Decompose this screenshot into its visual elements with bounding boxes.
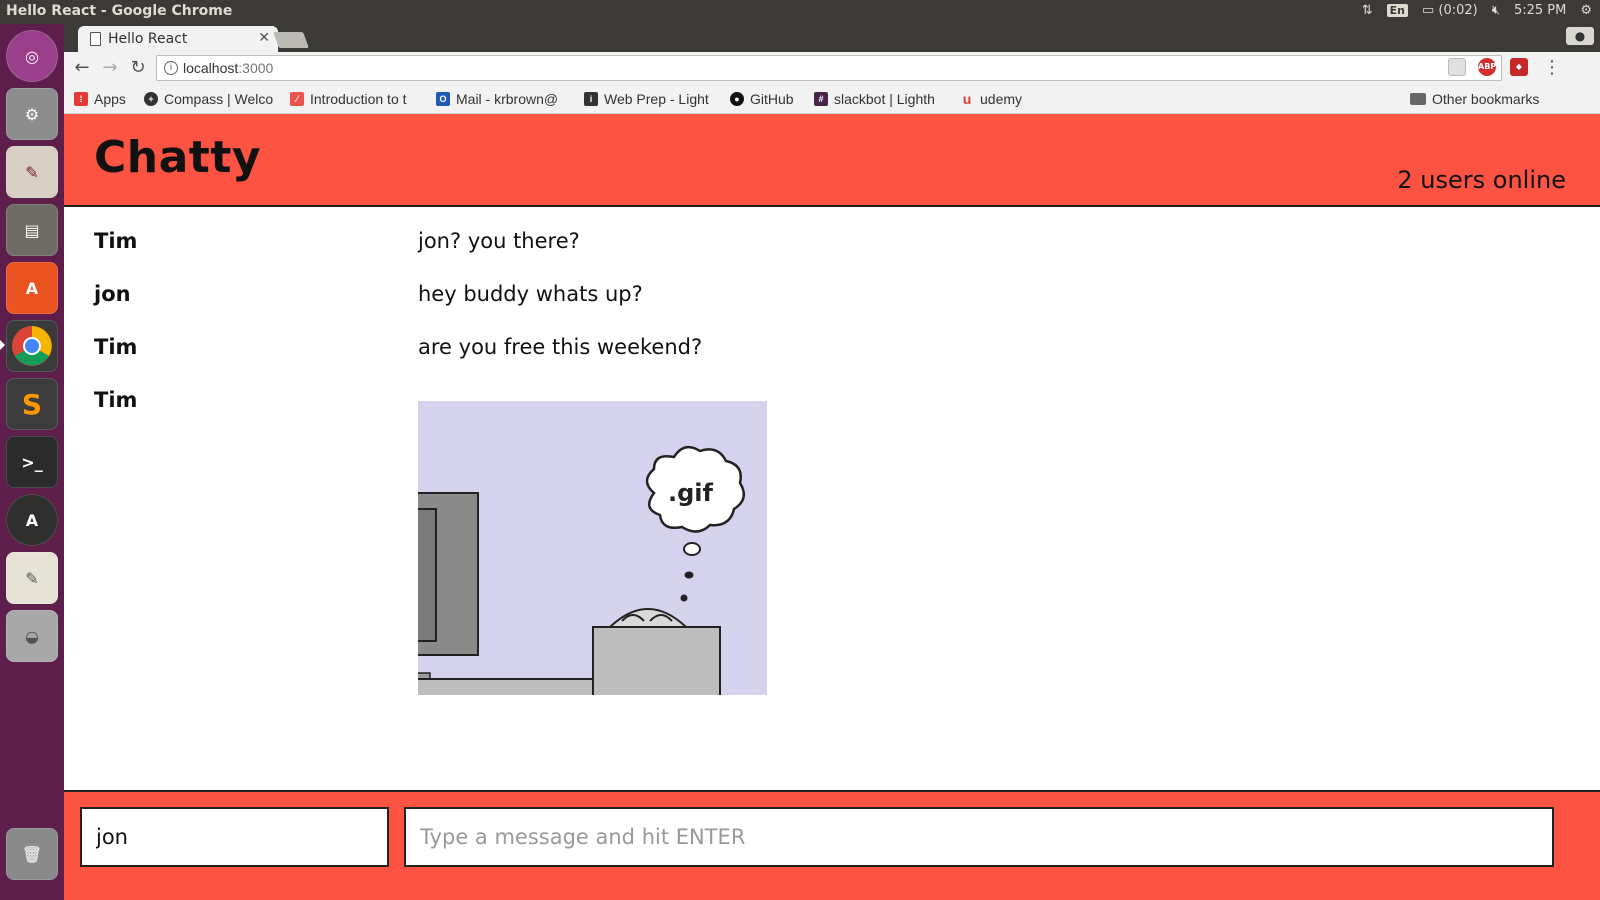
menu-icon[interactable]: ⋮ — [1540, 56, 1564, 80]
ubuntu-dash-icon[interactable]: ◎ — [6, 30, 58, 82]
software-updater-icon[interactable]: A — [6, 494, 58, 546]
forward-icon[interactable]: → — [98, 56, 122, 80]
battery-icon: ▭ — [1421, 3, 1435, 18]
tab-title: Hello React — [108, 31, 188, 47]
bookmark-item[interactable]: ⁄ Introduction to t — [290, 91, 424, 107]
window-title: Hello React - Google Chrome — [6, 3, 233, 19]
github-icon: ● — [730, 92, 744, 106]
gif-illustration: .gif — [418, 401, 767, 695]
message-username: Tim — [94, 229, 138, 253]
slack-icon: # — [814, 92, 828, 106]
bookmark-item[interactable]: u udemy — [960, 91, 1040, 107]
url-port: :3000 — [238, 60, 274, 76]
bookmark-item[interactable]: O Mail - krbrown@ — [436, 91, 574, 107]
file-cabinet-icon[interactable]: ▤ — [6, 204, 58, 256]
system-indicators: ⇅ En ▭ (0:02) 🔇︎ 5:25 PM ⚙ — [1362, 3, 1592, 18]
running-indicator — [0, 340, 5, 350]
terminal-icon[interactable]: >_ — [6, 436, 58, 488]
chatty-app: Chatty 2 users online Tim jon? you there… — [64, 114, 1600, 900]
bookmarks-bar: ⁞ Apps + Compass | Welco ⁄ Introduction … — [64, 84, 1600, 114]
battery-time: (0:02) — [1438, 3, 1478, 18]
page-icon — [90, 32, 101, 46]
software-center-icon[interactable]: A — [6, 262, 58, 314]
message-username: jon — [94, 282, 131, 306]
bookmark-item[interactable]: # slackbot | Lighth — [814, 91, 950, 107]
bookmark-label: Other bookmarks — [1432, 91, 1540, 107]
message-content: jon? you there? — [418, 229, 580, 253]
bookmark-label: GitHub — [750, 91, 794, 107]
extension-blank-icon[interactable] — [1448, 58, 1466, 76]
profile-icon[interactable]: ● — [1566, 27, 1594, 45]
bookmark-item[interactable]: i Web Prep - Light — [584, 91, 720, 107]
message-input[interactable] — [404, 807, 1554, 867]
address-bar[interactable]: i localhost:3000 ⊕ ☆ — [156, 55, 1502, 81]
close-icon[interactable]: ✕ — [258, 30, 270, 46]
url-host: localhost — [183, 60, 239, 76]
message-row: Tim — [64, 368, 1600, 422]
message-row: jon hey buddy whats up? — [64, 262, 1600, 316]
users-online-count: 2 users online — [1397, 166, 1566, 194]
lighthouse-icon: i — [584, 92, 598, 106]
bookmark-item[interactable]: ● GitHub — [730, 91, 810, 107]
apps-grid-icon: ⁞ — [74, 92, 88, 106]
adblock-icon[interactable]: ABP — [1478, 58, 1496, 76]
reload-icon[interactable]: ↻ — [126, 56, 150, 80]
tab-active[interactable]: Hello React ✕ — [78, 26, 278, 52]
os-top-panel: Hello React - Google Chrome ⇅ En ▭ (0:02… — [0, 0, 1600, 24]
tab-strip: Hello React ✕ ● — [64, 24, 1600, 52]
message-content: are you free this weekend? — [418, 335, 703, 359]
gif-label: .gif — [668, 479, 714, 507]
new-tab-button[interactable] — [273, 32, 309, 48]
lighthouse-icon: ⁄ — [290, 92, 304, 106]
other-bookmarks[interactable]: Other bookmarks — [1410, 91, 1590, 107]
bookmark-label: Mail - krbrown@ — [456, 91, 559, 107]
info-icon[interactable]: i — [164, 61, 178, 75]
message-image: .gif — [418, 401, 767, 695]
browser-window: Hello React ✕ ● ← → ↻ i localhost:3000 ⊕… — [64, 24, 1600, 114]
message-username: Tim — [94, 388, 138, 412]
gear-icon[interactable]: ⚙ — [1580, 3, 1592, 18]
udemy-icon: u — [962, 91, 972, 107]
bookmark-label: Web Prep - Light — [604, 91, 709, 107]
outlook-icon: O — [436, 92, 450, 106]
browser-toolbar: ← → ↻ i localhost:3000 ⊕ ☆ ABP ◆ ⋮ — [64, 52, 1600, 84]
message-content: hey buddy whats up? — [418, 282, 643, 306]
back-icon[interactable]: ← — [70, 56, 94, 80]
bookmark-label: Apps — [94, 91, 126, 107]
chrome-icon[interactable] — [6, 320, 58, 372]
bookmark-label: udemy — [980, 91, 1023, 107]
unity-launcher: ◎ ⚙ ✎ ▤ A S >_ A ✎ ◒ 🗑︎ — [0, 24, 64, 900]
network-icon[interactable]: ⇅ — [1362, 3, 1373, 18]
trash-icon[interactable]: 🗑︎ — [6, 828, 58, 880]
sublime-text-icon[interactable]: S — [6, 378, 58, 430]
message-row: Tim jon? you there? — [64, 209, 1600, 263]
volume-muted-icon[interactable]: 🔇︎ — [1492, 3, 1500, 18]
chat-bar — [64, 790, 1600, 900]
bookmark-label: Compass | Welco — [164, 91, 274, 107]
compass-icon: + — [144, 92, 158, 106]
clock[interactable]: 5:25 PM — [1514, 3, 1566, 18]
folder-icon — [1410, 93, 1426, 105]
bookmark-item[interactable]: + Compass | Welco — [144, 91, 279, 107]
bookmark-label: Introduction to t — [310, 91, 407, 107]
brand-title[interactable]: Chatty — [94, 132, 261, 183]
notes-icon[interactable]: ✎ — [6, 552, 58, 604]
bookmark-item[interactable]: ⁞ Apps — [74, 91, 138, 107]
message-row: Tim are you free this weekend? — [64, 315, 1600, 369]
battery-indicator[interactable]: ▭ (0:02) — [1422, 3, 1478, 18]
disk-drive-icon[interactable]: ◒ — [6, 610, 58, 662]
text-editor-icon[interactable]: ✎ — [6, 146, 58, 198]
system-settings-icon[interactable]: ⚙ — [6, 88, 58, 140]
username-input[interactable] — [80, 807, 389, 867]
bookmark-label: slackbot | Lighth — [834, 91, 935, 107]
extension-red-icon[interactable]: ◆ — [1510, 58, 1528, 76]
keyboard-layout[interactable]: En — [1386, 4, 1408, 17]
app-navbar: Chatty 2 users online — [64, 114, 1600, 207]
message-username: Tim — [94, 335, 138, 359]
